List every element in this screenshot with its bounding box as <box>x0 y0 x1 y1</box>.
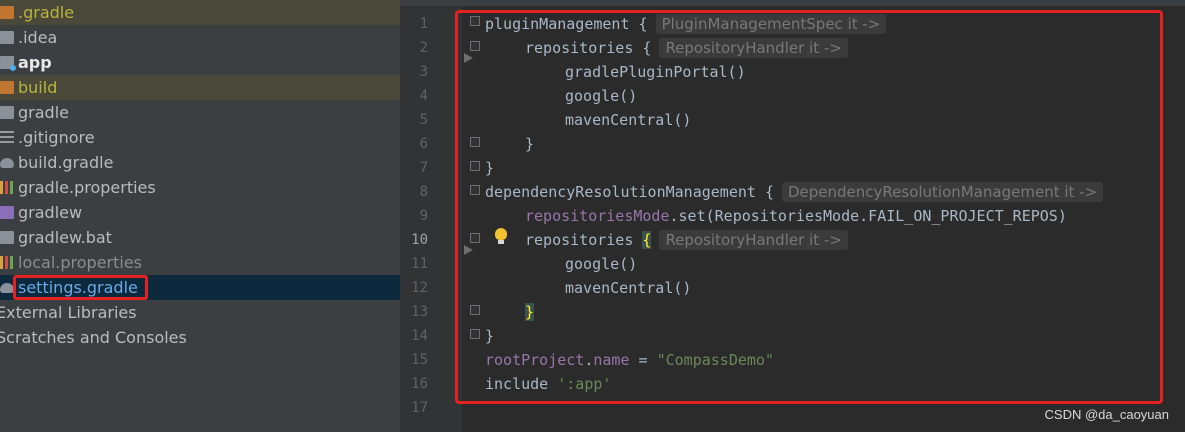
line-number: 3 <box>419 64 428 80</box>
highlight-box-code <box>455 10 1163 404</box>
line-number: 5 <box>419 112 428 128</box>
line-number: 9 <box>419 208 428 224</box>
tree-item-label: gradle <box>18 103 69 122</box>
project-tree-panel: .gradle .idea app build gradle .gitignor… <box>0 0 400 432</box>
properties-file-icon <box>0 181 14 194</box>
line-number: 2 <box>419 40 428 56</box>
tree-item-label: app <box>18 53 52 72</box>
gradle-elephant-icon <box>0 158 14 168</box>
line-number: 6 <box>419 136 428 152</box>
tree-item-label: local.properties <box>18 253 143 272</box>
line-number: 15 <box>411 352 428 368</box>
folder-icon <box>0 81 14 94</box>
tree-item-label: gradle.properties <box>18 178 156 197</box>
tree-item-gradle-folder[interactable]: .gradle <box>0 0 400 25</box>
tree-item-label: .gitignore <box>18 128 95 147</box>
line-number: 14 <box>411 328 428 344</box>
editor-tab-strip <box>400 0 1185 6</box>
highlight-box-settings-gradle <box>13 275 148 300</box>
folder-icon <box>0 6 14 19</box>
bat-file-icon <box>0 231 14 244</box>
line-number-current: 10 <box>411 232 428 248</box>
tree-item-label: .idea <box>18 28 58 47</box>
tree-item-label: .gradle <box>18 3 75 22</box>
script-file-icon <box>0 206 14 219</box>
module-folder-icon <box>0 56 16 71</box>
gradle-elephant-icon <box>0 283 14 293</box>
tree-item-external-libraries[interactable]: External Libraries <box>0 300 400 325</box>
tree-item-gradle-dir[interactable]: gradle <box>0 100 400 125</box>
text-file-icon <box>0 131 14 144</box>
tree-item-local-properties[interactable]: local.properties <box>0 250 400 275</box>
line-number: 11 <box>411 256 428 272</box>
line-number: 17 <box>411 400 428 416</box>
line-number: 1 <box>419 16 428 32</box>
tree-item-gradle-properties[interactable]: gradle.properties <box>0 175 400 200</box>
tree-item-scratches-consoles[interactable]: Scratches and Consoles <box>0 325 400 350</box>
editor-gutter: 1 2 3 4 5 6 7 8 9 10 11 12 13 14 15 16 1… <box>400 6 507 432</box>
tree-item-label: build.gradle <box>18 153 114 172</box>
tree-item-label: build <box>18 78 58 97</box>
tree-item-gitignore[interactable]: .gitignore <box>0 125 400 150</box>
folder-icon <box>0 106 14 119</box>
tree-item-label: Scratches and Consoles <box>0 328 187 347</box>
tree-item-gradlew-bat[interactable]: gradlew.bat <box>0 225 400 250</box>
tree-item-label: gradlew <box>18 203 83 222</box>
tree-item-label: gradlew.bat <box>18 228 112 247</box>
line-number: 8 <box>419 184 428 200</box>
line-number: 12 <box>411 280 428 296</box>
line-number: 4 <box>419 88 428 104</box>
line-number: 13 <box>411 304 428 320</box>
tree-item-gradlew[interactable]: gradlew <box>0 200 400 225</box>
watermark-text: CSDN @da_caoyuan <box>1044 407 1169 422</box>
tree-item-build-folder[interactable]: build <box>0 75 400 100</box>
line-number: 7 <box>419 160 428 176</box>
tree-item-build-gradle[interactable]: build.gradle <box>0 150 400 175</box>
tree-item-idea-folder[interactable]: .idea <box>0 25 400 50</box>
folder-icon <box>0 31 14 44</box>
tree-item-label: External Libraries <box>0 303 137 322</box>
line-number: 16 <box>411 376 428 392</box>
tree-item-app-module[interactable]: app <box>0 50 400 75</box>
properties-file-icon <box>0 256 14 269</box>
